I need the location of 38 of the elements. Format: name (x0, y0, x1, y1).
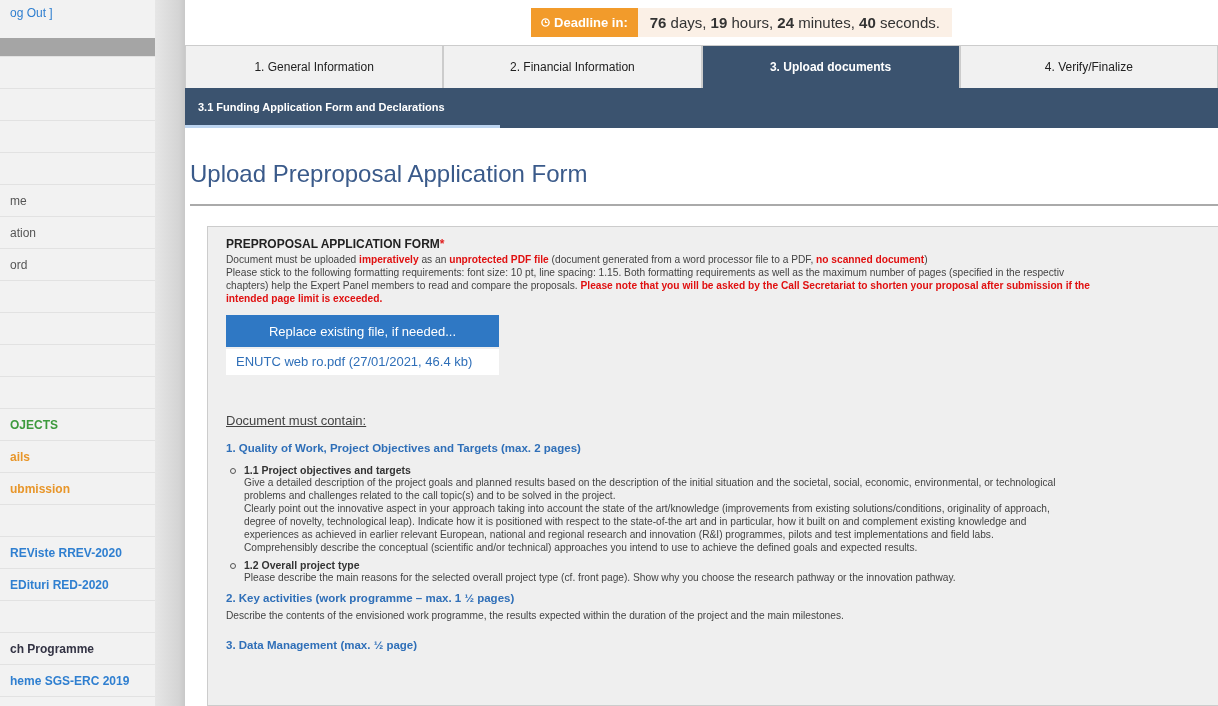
item-text: Give a detailed description of the project goals and planned results based on the description of the initial situation and the societal, social, economic, environmental, or technological (244, 476, 1056, 489)
instruction-text: intended page limit is exceeded. (226, 292, 384, 305)
step-tab[interactable]: 2. Financial Information (443, 45, 702, 88)
item-text: Clearly point out the innovative aspect in your approach taking into account the state of the art/knowledge (improvements from existing solutions/conditions, originality of approach, (244, 502, 1051, 515)
item-text: Please describe the main reasons for the selected overall project type (cf. front page). Show why you choose the research pathway or the innovation pathway. (244, 571, 956, 584)
step-tab[interactable]: 4. Verify/Finalize (959, 45, 1218, 88)
file-link[interactable]: ENUTC web ro.pdf (27/01/2021, 46.4 kb) (226, 349, 499, 375)
instruction-text: chapters) help the Expert Panel members to read and compare the proposals. Please note that you will be asked by the Call Secretariat to shorten your proposal after submission if the (226, 279, 1091, 292)
replace-file-button[interactable]: Replace existing file, if needed... (226, 315, 499, 347)
contents-heading: Document must contain: (226, 413, 368, 428)
section-title: 2. Key activities (work programme – max. 1 ½ pages) (226, 592, 516, 604)
subtab[interactable]: 3.1 Funding Application Form and Declarations (185, 88, 500, 128)
item-text: degree of novelty, technological leap). Indicate how it is positioned with respect to the state-of-the art and in particular, how it built on and complement existing knowledge and (244, 515, 1028, 528)
item-text: Comprehensibly describe the conceptual (scientific and/or technical) approaches you intend to use to achieve the defined goals and expected results. (244, 541, 919, 554)
sidebar-item[interactable]: ord (0, 257, 28, 272)
clock-icon (541, 18, 551, 27)
section-text: Describe the contents of the envisioned work programme, the results expected within the duration of the project and the main milestones. (226, 610, 845, 621)
step-tab[interactable]: 3. Upload documents (701, 45, 960, 88)
step-tab[interactable]: 1. General Information (185, 45, 444, 88)
item-text: problems and challenges related to the call topic(s) and to be solved in the project. (244, 489, 617, 502)
instruction-text: Document must be uploaded imperatively as an unprotected PDF file (document generated from a word processor file to a PDF, no scanned document) (226, 253, 929, 266)
section-title: 3. Data Management (max. ½ page) (226, 639, 419, 651)
item-title: 1.2 Overall project type (244, 559, 361, 571)
instruction-text: Please stick to the following formatting requirements: font size: 10 pt, line spacing: 1.15. Both formatting requirements as well as the maximum number of pages (specified in the respectiv (226, 266, 1066, 279)
deadline-label: Deadline in: (531, 8, 638, 37)
sidebar-item[interactable]: ation (0, 225, 37, 240)
section-title: 1. Quality of Work, Project Objectives and Targets (max. 2 pages) (226, 442, 582, 454)
sidebar-item[interactable]: ch Programme (0, 641, 95, 656)
sidebar-item[interactable]: heme SGS-ERC 2019 (0, 673, 130, 688)
sidebar-item[interactable]: me (0, 193, 27, 208)
form-heading: PREPROPOSAL APPLICATION FORM* (226, 237, 446, 251)
item-text: experiences as achieved in earlier relevant European, national and regional research and innovation (R&I) programmes, pilots and test implementations and field labs. (244, 528, 995, 541)
deadline-countdown: 76 days, 19 hours, 24 minutes, 40 seconds. (637, 8, 952, 37)
item-title: 1.1 Project objectives and targets (244, 464, 412, 476)
page-title: Upload Preproposal Application Form (190, 160, 1218, 206)
sidebar-item[interactable]: EDituri RED-2020 (0, 577, 109, 592)
log-out-link[interactable]: og Out ] (0, 6, 155, 38)
sidebar-item[interactable]: REViste RREV-2020 (0, 545, 122, 560)
